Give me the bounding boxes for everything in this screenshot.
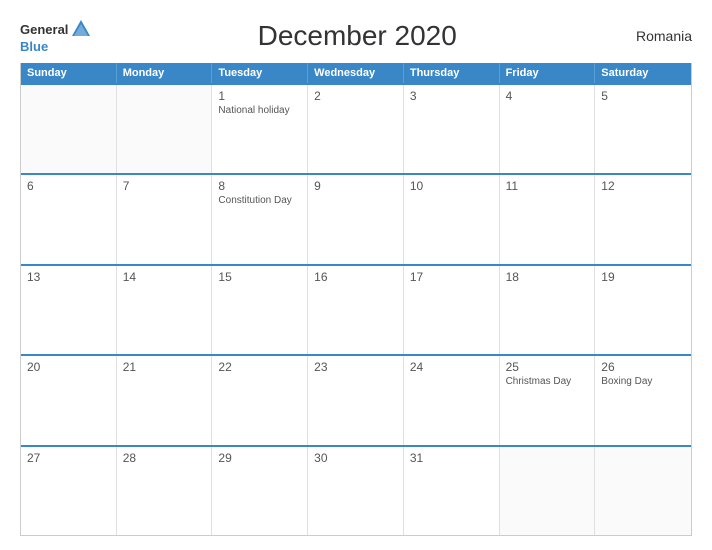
day-number: 19 xyxy=(601,270,685,284)
calendar-cell: 18 xyxy=(500,266,596,354)
day-number: 31 xyxy=(410,451,493,465)
calendar-cell: 1 National holiday xyxy=(212,85,308,173)
day-number: 16 xyxy=(314,270,397,284)
calendar-cell: 8 Constitution Day xyxy=(212,175,308,263)
page: General Blue December 2020 Romania Sunda… xyxy=(0,0,712,550)
day-number: 27 xyxy=(27,451,110,465)
day-number: 7 xyxy=(123,179,206,193)
calendar-cell: 23 xyxy=(308,356,404,444)
day-number: 30 xyxy=(314,451,397,465)
calendar-cell: 25 Christmas Day xyxy=(500,356,596,444)
page-title: December 2020 xyxy=(92,20,622,52)
calendar-cell: 17 xyxy=(404,266,500,354)
calendar-event: Boxing Day xyxy=(601,376,685,387)
logo-blue: Blue xyxy=(20,40,48,53)
day-number: 4 xyxy=(506,89,589,103)
calendar-cell: 15 xyxy=(212,266,308,354)
calendar-cell xyxy=(21,85,117,173)
day-number: 22 xyxy=(218,360,301,374)
calendar-cell: 31 xyxy=(404,447,500,535)
country-label: Romania xyxy=(622,28,692,44)
calendar-cell: 30 xyxy=(308,447,404,535)
day-number: 17 xyxy=(410,270,493,284)
calendar-header-cell: Tuesday xyxy=(212,63,308,83)
calendar-event: Christmas Day xyxy=(506,376,589,387)
day-number: 26 xyxy=(601,360,685,374)
calendar-week: 20 21 22 23 24 25 Christmas Day 26 Boxing Day xyxy=(21,354,691,444)
day-number: 12 xyxy=(601,179,685,193)
day-number: 21 xyxy=(123,360,206,374)
calendar-event: National holiday xyxy=(218,105,301,116)
calendar-header-cell: Sunday xyxy=(21,63,117,83)
calendar-cell: 5 xyxy=(595,85,691,173)
calendar-header: SundayMondayTuesdayWednesdayThursdayFrid… xyxy=(21,63,691,83)
calendar-cell: 11 xyxy=(500,175,596,263)
calendar-cell: 20 xyxy=(21,356,117,444)
calendar-cell: 24 xyxy=(404,356,500,444)
day-number: 14 xyxy=(123,270,206,284)
logo: General Blue xyxy=(20,18,92,53)
header: General Blue December 2020 Romania xyxy=(20,18,692,53)
calendar-event: Constitution Day xyxy=(218,195,301,206)
day-number: 8 xyxy=(218,179,301,193)
day-number: 20 xyxy=(27,360,110,374)
calendar-cell: 16 xyxy=(308,266,404,354)
calendar-header-cell: Thursday xyxy=(404,63,500,83)
calendar-cell: 26 Boxing Day xyxy=(595,356,691,444)
day-number: 1 xyxy=(218,89,301,103)
calendar-cell: 2 xyxy=(308,85,404,173)
day-number: 18 xyxy=(506,270,589,284)
calendar-cell xyxy=(117,85,213,173)
calendar-week: 13 14 15 16 17 18 19 xyxy=(21,264,691,354)
calendar: SundayMondayTuesdayWednesdayThursdayFrid… xyxy=(20,63,692,536)
calendar-cell: 21 xyxy=(117,356,213,444)
calendar-body: 1National holiday2345678Constitution Day… xyxy=(21,83,691,535)
calendar-header-cell: Monday xyxy=(117,63,213,83)
calendar-week: 1 National holiday 2345 xyxy=(21,83,691,173)
calendar-cell: 22 xyxy=(212,356,308,444)
calendar-cell: 19 xyxy=(595,266,691,354)
day-number: 23 xyxy=(314,360,397,374)
day-number: 9 xyxy=(314,179,397,193)
logo-icon xyxy=(70,18,92,40)
calendar-cell: 13 xyxy=(21,266,117,354)
calendar-cell: 14 xyxy=(117,266,213,354)
calendar-cell: 10 xyxy=(404,175,500,263)
day-number: 11 xyxy=(506,179,589,193)
day-number: 28 xyxy=(123,451,206,465)
calendar-header-cell: Friday xyxy=(500,63,596,83)
day-number: 29 xyxy=(218,451,301,465)
calendar-cell: 7 xyxy=(117,175,213,263)
day-number: 15 xyxy=(218,270,301,284)
day-number: 2 xyxy=(314,89,397,103)
calendar-cell: 3 xyxy=(404,85,500,173)
day-number: 10 xyxy=(410,179,493,193)
day-number: 6 xyxy=(27,179,110,193)
day-number: 3 xyxy=(410,89,493,103)
calendar-cell: 9 xyxy=(308,175,404,263)
day-number: 13 xyxy=(27,270,110,284)
calendar-header-cell: Wednesday xyxy=(308,63,404,83)
day-number: 5 xyxy=(601,89,685,103)
calendar-cell: 29 xyxy=(212,447,308,535)
calendar-cell xyxy=(500,447,596,535)
day-number: 25 xyxy=(506,360,589,374)
logo-general: General xyxy=(20,23,68,36)
calendar-week: 27 28 29 30 31 xyxy=(21,445,691,535)
calendar-cell: 27 xyxy=(21,447,117,535)
calendar-cell xyxy=(595,447,691,535)
calendar-week: 678 Constitution Day 9 10 11 12 xyxy=(21,173,691,263)
calendar-cell: 12 xyxy=(595,175,691,263)
day-number: 24 xyxy=(410,360,493,374)
calendar-cell: 28 xyxy=(117,447,213,535)
calendar-header-cell: Saturday xyxy=(595,63,691,83)
calendar-cell: 4 xyxy=(500,85,596,173)
calendar-cell: 6 xyxy=(21,175,117,263)
